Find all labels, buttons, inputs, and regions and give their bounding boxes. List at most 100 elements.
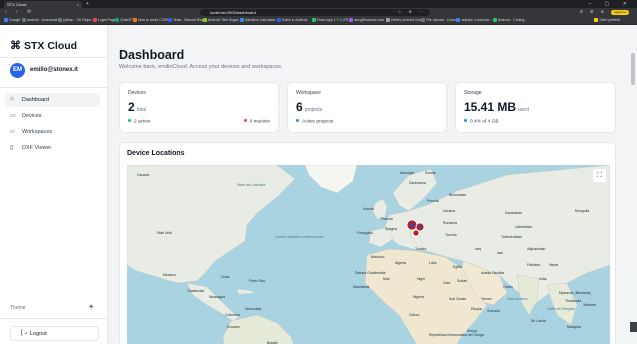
bookmark-item[interactable]: Tutti i preferiti xyxy=(594,18,620,22)
sidebar-divider xyxy=(0,318,108,319)
bookmark-label: Login Page xyxy=(98,18,116,22)
red-dot-icon xyxy=(243,119,247,122)
bookmark-item[interactable]: Login Page xyxy=(93,18,116,22)
main-content: Dashboard Welcome back, emilioCloud. Acc… xyxy=(108,25,628,344)
bookmark-item[interactable]: File Upload - Custo... xyxy=(421,18,459,22)
bookmark-favicon-icon xyxy=(4,18,8,22)
logout-button[interactable]: [→ Logout xyxy=(10,326,99,341)
browser-toolbar: ‹ › ⟳ localhost:3000/dashboard ☆ ⊕ ⋯ ⊡ ⊞… xyxy=(0,8,637,17)
edge-handle[interactable] xyxy=(630,322,637,332)
card-value: 15.41 MB used xyxy=(464,100,529,114)
bookmark-favicon-icon xyxy=(349,18,353,22)
bookmark-item[interactable]: Jetpack Compose... xyxy=(456,18,492,22)
map-country-label: Nepal xyxy=(549,263,559,267)
bookmark-label: Jetpack Compose... xyxy=(461,18,492,22)
bookmark-item[interactable]: Sandbox Calculator... xyxy=(240,18,278,22)
map-country-label: Stati Uniti xyxy=(157,231,172,235)
app: ⌘ STX Cloud EM emilio@stonex.it ⌂ Dashboa… xyxy=(0,25,637,344)
bookmark-item[interactable]: Debby Android Gra... xyxy=(386,18,424,22)
bookmark-item[interactable]: Android - Coding... xyxy=(493,18,527,22)
map-land xyxy=(127,165,610,344)
bookmark-label: Sandbox Calculator... xyxy=(245,18,279,22)
logout-label: Logout xyxy=(30,331,47,337)
extension-icons[interactable]: ⊡ ⊞ ⊕ xyxy=(580,9,607,14)
window-controls[interactable]: – ▢ ✕ xyxy=(589,1,633,7)
browser-tab-strip: STX Cloud × + – ▢ ✕ xyxy=(0,0,637,8)
bookmark-label: File Upload - Custo... xyxy=(426,18,459,22)
bookmark-favicon-icon xyxy=(240,18,244,22)
folder-icon: ▱ xyxy=(10,129,15,135)
map-country-label: Sahara Occidentale xyxy=(355,271,386,275)
bookmark-item[interactable]: dev.githubuser.com xyxy=(349,18,384,22)
storage-percent: 0.4% of 4 GB xyxy=(470,119,499,125)
devices-count: 2 xyxy=(128,100,135,114)
bookmark-item[interactable]: Android Tree Sugar... xyxy=(203,18,241,22)
address-bar-icons[interactable]: ☆ ⊕ ⋯ xyxy=(398,9,426,14)
bookmark-item[interactable]: Google xyxy=(4,18,20,22)
storage-card[interactable]: Storage 15.41 MB used 0.4% of 4 GB xyxy=(455,82,616,133)
map-country-label: Kenya xyxy=(467,329,477,333)
device-marker-icon[interactable] xyxy=(406,219,418,231)
sidebar-divider xyxy=(0,87,108,88)
fullscreen-icon[interactable]: ⛶ xyxy=(593,169,606,182)
bookmark-item[interactable]: Franz.app 1.7.0 (7R... xyxy=(312,18,351,22)
map-country-label: Repubblica Democratica del Congo xyxy=(429,333,485,337)
map-country-label: Ucraina xyxy=(443,209,456,213)
home-icon: ⌂ xyxy=(10,96,14,102)
map-country-label: Sud Sudan xyxy=(449,297,467,301)
map-country-label: Turchia xyxy=(445,233,457,237)
browser-tab[interactable]: STX Cloud × xyxy=(4,1,82,8)
browser-nav-buttons[interactable]: ‹ › ⟳ xyxy=(5,9,35,15)
update-button[interactable]: Aggiorna xyxy=(611,10,629,15)
sidebar-item-label: Devices xyxy=(22,112,42,119)
bookmark-item[interactable]: How to avoid CORS... xyxy=(133,18,172,22)
map-country-label: Marocco xyxy=(371,255,385,259)
sidebar: ⌘ STX Cloud EM emilio@stonex.it ⌂ Dashboa… xyxy=(0,25,108,344)
brand-logo[interactable]: ⌘ STX Cloud xyxy=(10,39,77,52)
bookmark-label: Android - Coding... xyxy=(498,18,528,22)
device-marker-icon[interactable] xyxy=(415,222,425,232)
bookmark-item[interactable]: Tesla - Manual Regr... xyxy=(168,18,207,22)
sidebar-item-dashboard[interactable]: ⌂ Dashboard xyxy=(5,93,100,107)
map-country-label: Porto Rico xyxy=(249,279,266,283)
user-profile[interactable]: EM emilio@stonex.it xyxy=(10,63,100,79)
bookmark-favicon-icon xyxy=(421,18,425,22)
new-tab-icon[interactable]: + xyxy=(86,1,89,7)
sidebar-item-devices[interactable]: ▭ Devices xyxy=(5,109,100,123)
bookmark-item[interactable]: Kotlin in Android xyxy=(277,18,307,22)
sidebar-item-dxf-viewer[interactable]: ▯ DXF Viewer xyxy=(5,141,100,155)
map-country-label: Bielorussia xyxy=(449,193,467,197)
device-map[interactable]: Canada Mare del Labrador Norvegia Svezia Dan… xyxy=(127,165,610,344)
tab-close-icon[interactable]: × xyxy=(77,2,79,7)
bookmark-item[interactable]: android - Download... xyxy=(22,18,60,22)
map-country-label: Gabon xyxy=(409,313,420,317)
map-country-label: Libia xyxy=(429,261,437,265)
sun-icon[interactable]: ☀ xyxy=(88,303,94,311)
map-country-label: Tunisia xyxy=(415,247,427,251)
map-country-label: Yemen xyxy=(481,297,492,301)
workspace-card[interactable]: Workspace 6 projects Active projects xyxy=(287,82,447,133)
card-value: 2 total xyxy=(128,100,146,114)
map-country-label: Etiopia xyxy=(471,307,482,311)
map-country-label: Romania xyxy=(443,221,458,225)
logout-icon: [→ xyxy=(21,330,29,336)
bookmark-item[interactable]: python - 3D Objec... xyxy=(58,18,94,22)
map-country-label: Thailandia xyxy=(565,299,582,303)
bookmark-item[interactable]: ChatGPT xyxy=(115,18,135,22)
address-bar[interactable]: localhost:3000/dashboard ☆ ⊕ ⋯ xyxy=(200,9,430,16)
map-country-label: Nigeria xyxy=(413,295,425,299)
page-scrollbar[interactable] xyxy=(628,25,637,344)
sidebar-item-workspaces[interactable]: ▱ Workspaces xyxy=(5,125,100,139)
map-country-label: Canada xyxy=(137,173,150,177)
map-country-label: Somalia xyxy=(487,309,500,313)
map-country-label: Francia xyxy=(381,217,393,221)
bookmark-favicon-icon xyxy=(115,18,119,22)
map-country-label: Irlanda xyxy=(363,207,374,211)
map-country-label: Pakistan xyxy=(527,263,541,267)
scrollbar-thumb[interactable] xyxy=(631,53,635,85)
sidebar-divider xyxy=(0,57,108,58)
map-country-label: Colombia xyxy=(225,313,240,317)
devices-card[interactable]: Devices 2 total 2 active 0 inactive xyxy=(119,82,279,133)
map-country-label: Turkmenistan xyxy=(501,235,523,239)
device-marker-icon[interactable] xyxy=(412,229,420,237)
